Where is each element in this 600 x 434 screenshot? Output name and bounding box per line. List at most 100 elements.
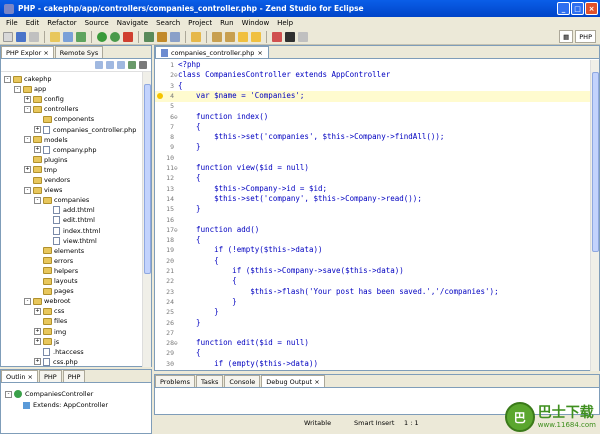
close-button[interactable]: × xyxy=(585,2,598,15)
collapse-twisty-icon[interactable]: - xyxy=(4,75,11,83)
code-line[interactable]: 23 $this->flash('Your post has been save… xyxy=(155,287,591,298)
menu-project[interactable]: Project xyxy=(184,19,216,27)
tree-item[interactable]: - app xyxy=(14,84,46,94)
code-line[interactable]: 22 { xyxy=(155,276,591,287)
tree-item[interactable]: add.thtml xyxy=(44,205,95,215)
tree-item[interactable]: layouts xyxy=(34,276,78,286)
tree-item[interactable]: view.thtml xyxy=(44,236,97,246)
code-line[interactable]: 16 xyxy=(155,215,591,226)
code-line[interactable]: 1 <?php xyxy=(155,60,591,71)
close-tab-icon[interactable]: × xyxy=(257,49,262,57)
tree-item[interactable]: .htaccess xyxy=(34,347,84,357)
menu-edit[interactable]: Edit xyxy=(22,19,44,27)
tree-item[interactable]: vendors xyxy=(24,175,70,185)
open-resource-icon[interactable] xyxy=(63,31,73,42)
minimize-button[interactable]: _ xyxy=(557,2,570,15)
menu-search[interactable]: Search xyxy=(152,19,184,27)
editor-scrollbar[interactable] xyxy=(590,60,599,371)
browser-icon[interactable] xyxy=(170,31,180,42)
code-line[interactable]: 25 } xyxy=(155,307,591,318)
editor-tab-companies-controller[interactable]: companies_controller.php × xyxy=(155,46,269,58)
tree-item[interactable]: files xyxy=(34,316,67,326)
tree-item[interactable]: elements xyxy=(34,246,84,256)
tree-item[interactable]: + company.php xyxy=(34,145,96,155)
tree-item[interactable]: - cakephp xyxy=(4,74,51,84)
editor-scroll-thumb[interactable] xyxy=(592,72,599,252)
back-nav-icon[interactable] xyxy=(95,61,103,69)
collapse-twisty-icon[interactable]: - xyxy=(5,390,12,398)
outline-extends-item[interactable]: Extends: AppController xyxy=(23,401,108,409)
collapse-twisty-icon[interactable]: - xyxy=(24,105,31,113)
folder-icon[interactable] xyxy=(191,31,201,42)
tree-item[interactable]: - webroot xyxy=(24,296,70,306)
code-line[interactable]: 9 } xyxy=(155,142,591,153)
code-line[interactable]: 21 if ($this->Company->save($this->data)… xyxy=(155,266,591,277)
code-line[interactable]: 7 { xyxy=(155,122,591,133)
menu-help[interactable]: Help xyxy=(273,19,297,27)
code-line[interactable]: 6⊖ function index() xyxy=(155,112,591,123)
code-line[interactable]: 15 } xyxy=(155,204,591,215)
tree-item[interactable]: - views xyxy=(24,185,62,195)
expand-twisty-icon[interactable]: + xyxy=(34,338,41,346)
code-line[interactable]: 26 } xyxy=(155,318,591,329)
code-line[interactable]: 10 xyxy=(155,153,591,164)
code-line[interactable]: 19 if (!empty($this->data)) xyxy=(155,245,591,256)
code-line[interactable]: 20 { xyxy=(155,256,591,267)
collapse-twisty-icon[interactable]: - xyxy=(24,297,31,305)
code-line[interactable]: 28⊖ function edit($id = null) xyxy=(155,338,591,349)
code-line[interactable]: 2⊖class CompaniesController extends AppC… xyxy=(155,70,591,81)
code-line[interactable]: 27 xyxy=(155,328,591,339)
code-line[interactable]: 24 } xyxy=(155,297,591,308)
collapse-twisty-icon[interactable]: - xyxy=(24,136,31,144)
collapse-twisty-icon[interactable]: - xyxy=(24,186,31,194)
tree-item[interactable]: errors xyxy=(34,256,73,266)
open-perspective-button[interactable]: ▦ xyxy=(559,30,574,43)
tree-item[interactable]: index.thtml xyxy=(44,226,100,236)
menu-file[interactable]: File xyxy=(2,19,22,27)
menu-window[interactable]: Window xyxy=(238,19,274,27)
code-area[interactable]: 1 <?php 2⊖class CompaniesController extend… xyxy=(155,60,591,371)
tree-item[interactable]: + img xyxy=(34,327,66,337)
run-icon[interactable] xyxy=(97,31,107,42)
tab-tasks[interactable]: Tasks xyxy=(195,375,224,387)
menu-refactor[interactable]: Refactor xyxy=(43,19,80,27)
tree-item[interactable]: pages xyxy=(34,286,74,296)
expand-twisty-icon[interactable]: + xyxy=(34,307,41,315)
expand-twisty-icon[interactable]: + xyxy=(34,126,41,133)
tab-php-project-outline[interactable]: PHP xyxy=(62,370,86,382)
code-line[interactable]: 8 $this->set('companies', $this->Company… xyxy=(155,132,591,143)
tab-problems[interactable]: Problems xyxy=(155,375,195,387)
explorer-scrollbar[interactable] xyxy=(142,72,151,367)
tree-item[interactable]: - controllers xyxy=(24,104,78,114)
run-profile-icon[interactable] xyxy=(110,31,120,42)
explorer-scroll-thumb[interactable] xyxy=(144,84,151,274)
collapse-icon[interactable] xyxy=(298,31,308,42)
tree-item[interactable]: + companies_controller.php xyxy=(34,125,136,135)
code-line[interactable]: 14 $this->set('company', $this->Company-… xyxy=(155,194,591,205)
code-line[interactable]: 12 { xyxy=(155,173,591,184)
code-line[interactable]: 18 { xyxy=(155,235,591,246)
code-line[interactable]: 17⊖ function add() xyxy=(155,225,591,236)
tree-item[interactable]: plugins xyxy=(24,155,68,165)
expand-twisty-icon[interactable]: + xyxy=(34,328,41,335)
tree-item[interactable]: + js xyxy=(34,337,59,347)
up-nav-icon[interactable] xyxy=(117,61,125,69)
outline-class-item[interactable]: - CompaniesController xyxy=(5,390,93,398)
code-line[interactable]: 30 if (empty($this->data)) xyxy=(155,359,591,370)
menu-run[interactable]: Run xyxy=(216,19,237,27)
phone-icon[interactable] xyxy=(285,31,295,42)
tree-item[interactable]: components xyxy=(34,114,94,124)
code-line[interactable]: 11⊖ function view($id = null) xyxy=(155,163,591,174)
tree-item[interactable]: - models xyxy=(24,135,68,145)
forward-nav-icon[interactable] xyxy=(106,61,114,69)
code-line[interactable]: 5 xyxy=(155,101,591,112)
maximize-button[interactable]: □ xyxy=(571,2,584,15)
open-type-icon[interactable] xyxy=(50,31,60,42)
tree-item[interactable]: + config xyxy=(24,94,64,104)
tree-item[interactable]: + css.php xyxy=(34,357,78,367)
code-line[interactable]: 4 var $name = 'Companies'; xyxy=(155,90,591,102)
tab-debug-output[interactable]: Debug Output × xyxy=(261,375,325,387)
expand-twisty-icon[interactable]: + xyxy=(24,95,31,103)
prev-annotation-icon[interactable] xyxy=(225,31,235,42)
debug-icon[interactable] xyxy=(76,31,86,42)
